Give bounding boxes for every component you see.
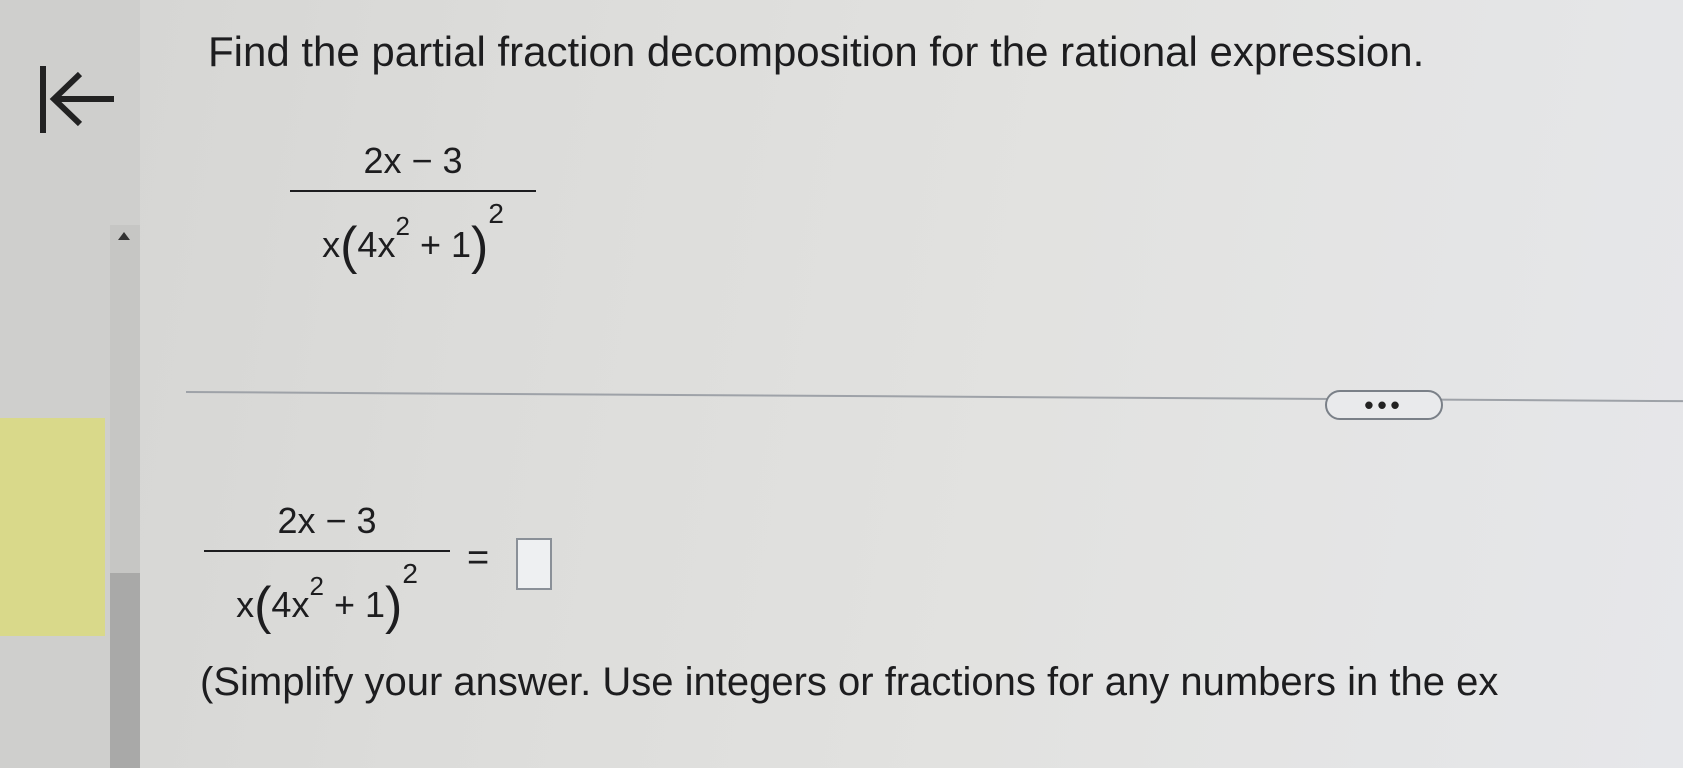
answer-input-box[interactable] <box>516 538 552 590</box>
answer-expression: 2x − 3 x(4x2 + 1)2 <box>204 500 450 636</box>
more-options-button[interactable]: ••• <box>1325 390 1443 420</box>
section-divider <box>185 391 1683 403</box>
back-to-start-icon[interactable] <box>38 62 118 137</box>
expression-denominator: x(4x2 + 1)2 <box>322 198 504 275</box>
given-expression: 2x − 3 x(4x2 + 1)2 <box>290 140 536 276</box>
scroll-up-arrow-icon[interactable] <box>118 232 130 240</box>
answer-instruction: (Simplify your answer. Use integers or f… <box>200 660 1499 704</box>
answer-expression-denominator: x(4x2 + 1)2 <box>236 558 418 635</box>
answer-expression-numerator: 2x − 3 <box>277 500 377 541</box>
expression-numerator: 2x − 3 <box>363 140 463 181</box>
equals-sign: = <box>467 537 490 579</box>
scrollbar-thumb[interactable] <box>110 573 140 768</box>
side-highlight <box>0 418 105 636</box>
question-prompt: Find the partial fraction decomposition … <box>208 28 1425 75</box>
